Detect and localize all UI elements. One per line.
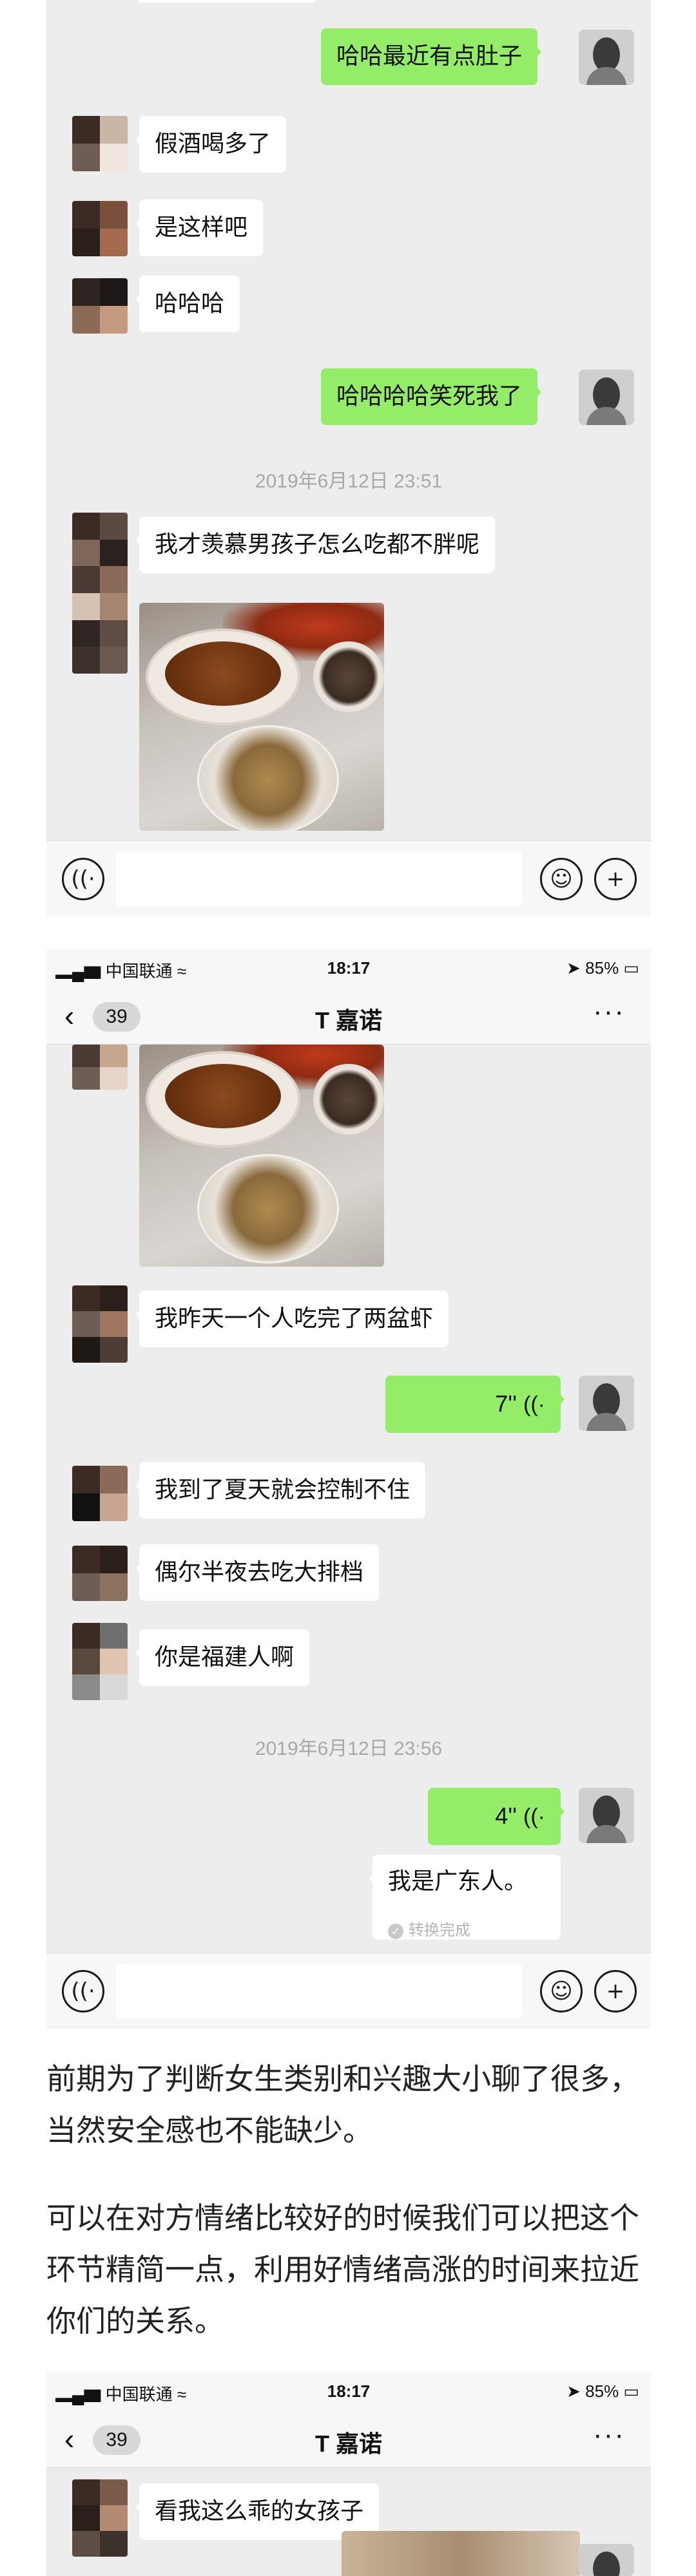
my-avatar[interactable] <box>579 370 634 425</box>
contact-avatar[interactable] <box>72 1546 128 1601</box>
message-bubble-theirs[interactable]: 假酒喝多了 <box>135 116 287 173</box>
my-avatar[interactable] <box>579 30 634 85</box>
voice-input-icon[interactable]: ((· <box>62 1970 104 2012</box>
clock: 18:17 <box>327 2382 371 2401</box>
clock: 18:17 <box>327 958 371 978</box>
contact-avatar[interactable] <box>72 1285 128 1363</box>
battery-indicator: ➤ 85% ▭ <box>566 2382 639 2401</box>
message-bubble-theirs[interactable]: 我到了夏天就会控制不住 <box>135 1462 426 1519</box>
message-bubble-mine[interactable]: 哈哈哈哈笑死我了 <box>321 368 542 425</box>
transcript-status: ✓ 转换完成 <box>388 1915 470 1946</box>
my-avatar[interactable] <box>579 1788 634 1843</box>
voice-duration: 4'' <box>495 1803 517 1829</box>
nav-bar: ‹ 39 T 嘉诺 ··· <box>46 989 651 1045</box>
status-bar: ▂▄▆ 中国联通 ≈ 18:17 ➤ 85% ▭ <box>46 949 651 989</box>
message-bubble-mine[interactable]: 哈哈最近有点肚子 <box>321 28 542 85</box>
battery-indicator: ➤ 85% ▭ <box>566 958 639 978</box>
my-avatar[interactable] <box>579 1376 634 1431</box>
voice-message-mine[interactable]: 7'' ((· <box>385 1376 565 1433</box>
more-icon[interactable]: ··· <box>593 2419 625 2451</box>
message-input[interactable] <box>116 851 522 907</box>
transcript-text: 我是广东人。 <box>388 1868 528 1895</box>
article-paragraph: 前期为了判断女生类别和兴趣大小聊了很多，当然安全感也不能缺少。 <box>46 2061 639 2148</box>
plus-icon[interactable]: + <box>594 858 637 900</box>
voice-transcript[interactable]: 我是广东人。 ✓ 转换完成 <box>369 1855 561 1940</box>
input-bar: ((· ☺ + <box>46 840 651 916</box>
contact-avatar[interactable] <box>72 1623 128 1700</box>
emoji-icon[interactable]: ☺ <box>540 1970 583 2012</box>
message-bubble-theirs[interactable]: 我才羡慕男孩子怎么吃都不胖呢 <box>135 516 496 573</box>
plus-icon[interactable]: + <box>594 1970 637 2012</box>
battery-icon: ▭ <box>623 958 639 978</box>
timestamp: 2019年6月12日 23:51 <box>255 471 443 492</box>
contact-avatar[interactable] <box>72 513 128 674</box>
voice-message-mine[interactable]: 4'' ((· <box>428 1788 565 1845</box>
voice-input-icon[interactable]: ((· <box>62 858 104 900</box>
status-bar: ▂▄▆ 中国联通 ≈ 18:17 ➤ 85% ▭ <box>46 2372 651 2412</box>
article-paragraph: 可以在对方情绪比较好的时候我们可以把这个环节精简一点，利用好情绪高涨的时间来拉近… <box>46 2201 639 2338</box>
message-bubble-theirs[interactable]: 我昨天一个人吃完了两盆虾 <box>135 1291 449 1347</box>
food-photo[interactable] <box>139 1045 384 1267</box>
check-icon: ✓ <box>388 1924 403 1939</box>
voice-wave-icon: ((· <box>523 1392 545 1417</box>
food-photo[interactable] <box>139 603 384 831</box>
voice-wave-icon: ((· <box>523 1804 545 1829</box>
emoji-icon[interactable]: ☺ <box>540 858 583 900</box>
contact-avatar[interactable] <box>72 201 128 256</box>
nav-bar: ‹ 39 T 嘉诺 ··· <box>46 2412 651 2468</box>
chat-title: T 嘉诺 <box>315 2430 382 2457</box>
message-bubble-theirs[interactable]: 偶尔半夜去吃大排档 <box>135 1544 380 1601</box>
voice-duration: 7'' <box>495 1390 517 1417</box>
message-bubble-theirs[interactable]: 你是福建人啊 <box>135 1629 310 1686</box>
input-bar: ((· ☺ + <box>46 1953 651 2029</box>
chat-title: T 嘉诺 <box>315 1007 382 1034</box>
contact-avatar[interactable] <box>72 2479 128 2557</box>
contact-avatar[interactable] <box>72 1466 128 1521</box>
photo-thumbnail[interactable] <box>342 2531 580 2576</box>
message-bubble-theirs[interactable]: 是这样吧 <box>135 200 264 256</box>
contact-avatar[interactable] <box>72 1045 128 1090</box>
timestamp: 2019年6月12日 23:56 <box>255 1738 443 1759</box>
battery-icon: ▭ <box>623 2382 639 2401</box>
my-avatar[interactable] <box>579 2544 634 2576</box>
message-input[interactable] <box>116 1964 522 2019</box>
more-icon[interactable]: ··· <box>593 996 625 1028</box>
cut-off-bubble <box>137 0 317 3</box>
contact-avatar[interactable] <box>72 278 128 334</box>
contact-avatar[interactable] <box>72 116 128 171</box>
message-bubble-theirs[interactable]: 哈哈哈 <box>135 276 240 332</box>
